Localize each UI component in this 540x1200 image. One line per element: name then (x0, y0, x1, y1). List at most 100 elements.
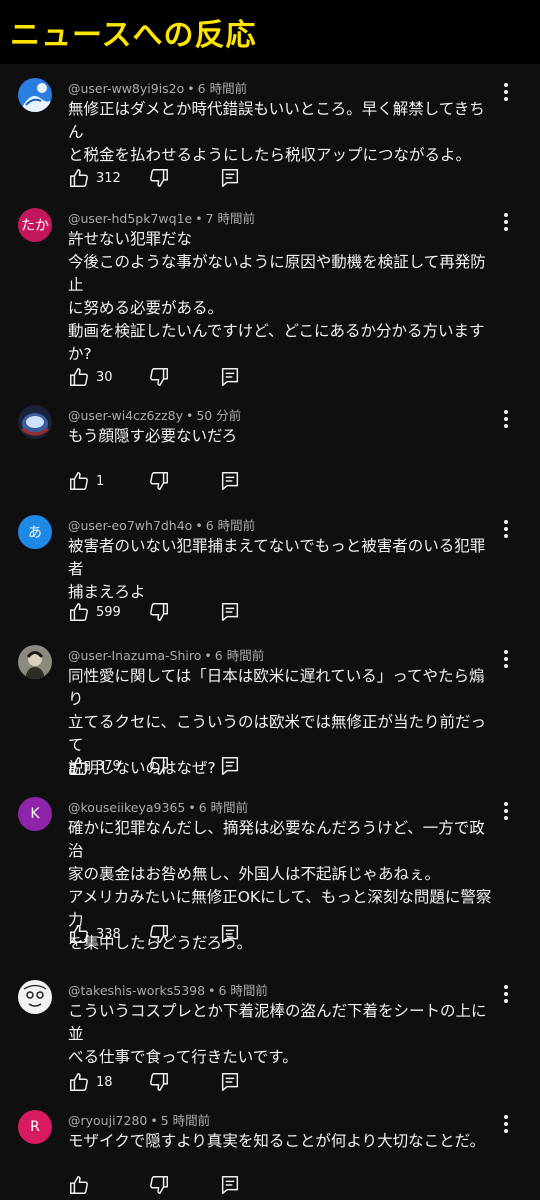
reply-button[interactable] (219, 600, 241, 624)
like-count: 30 (96, 369, 113, 385)
comment-username[interactable]: @ryouji7280 (68, 1113, 147, 1128)
like-button[interactable]: 379 (68, 754, 121, 778)
reply-icon (219, 167, 241, 189)
comment-username[interactable]: @user-ww8yi9is2o (68, 81, 184, 96)
comment-actions: 312 (68, 166, 268, 190)
comment-username[interactable]: @takeshis-works5398 (68, 983, 205, 998)
comment-username[interactable]: @user-wi4cz6zz8y (68, 408, 183, 423)
thumbs-up-icon (68, 366, 90, 388)
comment-actions: 379 (68, 754, 268, 778)
dislike-button[interactable] (148, 1070, 170, 1094)
comment-timestamp: 6 時間前 (214, 648, 265, 663)
like-button[interactable]: 1 (68, 469, 104, 493)
reply-button[interactable] (219, 754, 241, 778)
thumbs-down-icon (148, 167, 170, 189)
dislike-button[interactable] (148, 600, 170, 624)
avatar[interactable] (18, 78, 52, 112)
comment-text-line: 許せない犯罪だな (68, 230, 193, 248)
comment-item: あ @user-eo7wh7dh4o • 6 時間前 被害者のいない犯罪捕まえてないでも… (0, 515, 540, 635)
avatar[interactable] (18, 645, 52, 679)
reply-button[interactable] (219, 469, 241, 493)
avatar[interactable]: たか (18, 208, 52, 242)
like-button[interactable] (68, 1173, 96, 1197)
comment-text-line: 同性愛に関しては「日本は欧米に遅れている」ってやたら煽り (68, 667, 485, 708)
reply-icon (219, 923, 241, 945)
like-button[interactable]: 18 (68, 1070, 113, 1094)
like-button[interactable]: 30 (68, 365, 113, 389)
more-vert-icon[interactable] (496, 799, 516, 823)
comment-username[interactable]: @user-hd5pk7wq1e (68, 211, 192, 226)
more-vert-icon[interactable] (496, 982, 516, 1006)
like-count: 599 (96, 604, 121, 620)
comment-actions: 18 (68, 1070, 268, 1094)
avatar-initial: たか (21, 218, 49, 234)
separator-dot: • (187, 81, 195, 96)
comment-username[interactable]: @kouseiikeya9365 (68, 800, 185, 815)
thumbs-up-icon (68, 601, 90, 623)
avatar-blue-image (18, 78, 52, 112)
dislike-button[interactable] (148, 365, 170, 389)
dislike-button[interactable] (148, 1173, 170, 1197)
avatar[interactable]: あ (18, 515, 52, 549)
comment-username[interactable]: @user-eo7wh7dh4o (68, 518, 192, 533)
reply-button[interactable] (219, 166, 241, 190)
comment-text-line: 家の裏金はお咎め無し、外国人は不起訴じゃあねぇ。 (68, 865, 441, 883)
comment-text-line: 確かに犯罪なんだし、摘発は必要なんだろうけど、一方で政治 (68, 819, 485, 860)
avatar-initial: K (30, 806, 40, 822)
comment-item: @user-Inazuma-Shiro • 6 時間前同性愛に関しては「日本は欧米に… (0, 645, 540, 777)
avatar[interactable] (18, 980, 52, 1014)
like-button[interactable]: 599 (68, 600, 121, 624)
more-vert-icon[interactable] (496, 647, 516, 671)
comment-timestamp: 7 時間前 (205, 211, 256, 226)
thumbs-down-icon (148, 601, 170, 623)
reply-button[interactable] (219, 922, 241, 946)
avatar[interactable]: K (18, 797, 52, 831)
comment-actions: 1 (68, 469, 268, 493)
comment-text: こういうコスプレとか下着泥棒の盗んだ下着をシートの上に並 べる仕事で食って行きたい… (68, 1000, 498, 1069)
dislike-button[interactable] (148, 922, 170, 946)
thumbs-down-icon (148, 366, 170, 388)
thumbs-down-icon (148, 1071, 170, 1093)
reply-icon (219, 601, 241, 623)
like-button[interactable]: 338 (68, 922, 121, 946)
news-reaction-banner: ニュースへの反応 (0, 0, 540, 64)
comment-text-line: 無修正はダメとか時代錯誤もいいところ。早く解禁してきちん (68, 100, 485, 141)
comment-text: もう顔隠す必要ないだろ (68, 425, 498, 448)
thumbs-down-icon (148, 470, 170, 492)
reply-icon (219, 755, 241, 777)
thumbs-up-icon (68, 1071, 90, 1093)
dislike-button[interactable] (148, 469, 170, 493)
thumbs-down-icon (148, 755, 170, 777)
more-vert-icon[interactable] (496, 210, 516, 234)
thumbs-down-icon (148, 1174, 170, 1196)
comment-text-line: 被害者のいない犯罪捕まえてないでもっと被害者のいる犯罪者 (68, 537, 486, 578)
comment-text-line: モザイクで隠すより真実を知ることが何より大切なことだ。 (68, 1132, 486, 1150)
comment-meta: @ryouji7280 • 5 時間前 (68, 1110, 210, 1129)
dislike-button[interactable] (148, 166, 170, 190)
more-vert-icon[interactable] (496, 517, 516, 541)
more-vert-icon[interactable] (496, 80, 516, 104)
reply-icon (219, 1174, 241, 1196)
more-vert-icon[interactable] (496, 407, 516, 431)
reply-button[interactable] (219, 1070, 241, 1094)
dislike-button[interactable] (148, 754, 170, 778)
avatar-face-sketch-image (18, 980, 52, 1014)
thumbs-up-icon (68, 923, 90, 945)
reply-button[interactable] (219, 365, 241, 389)
comment-timestamp: 6 時間前 (218, 983, 268, 998)
separator-dot: • (204, 648, 212, 663)
avatar-portrait-image (18, 645, 52, 679)
avatar[interactable] (18, 405, 52, 439)
comment-item: @user-ww8yi9is2o • 6 時間前 無修正はダメとか時代錯誤もいいところ… (0, 78, 540, 198)
comment-text-line: か? (68, 345, 92, 363)
like-count: 312 (96, 170, 121, 186)
thumbs-up-icon (68, 167, 90, 189)
comment-username[interactable]: @user-Inazuma-Shiro (68, 648, 201, 663)
like-count: 1 (96, 473, 105, 489)
avatar[interactable]: R (18, 1110, 52, 1144)
like-button[interactable]: 312 (68, 166, 121, 190)
more-vert-icon[interactable] (496, 1112, 516, 1136)
comment-text-line: 立てるクセに、こういうのは欧米では無修正が当たり前だって (68, 713, 487, 754)
reply-button[interactable] (219, 1173, 241, 1197)
reply-icon (219, 1071, 241, 1093)
